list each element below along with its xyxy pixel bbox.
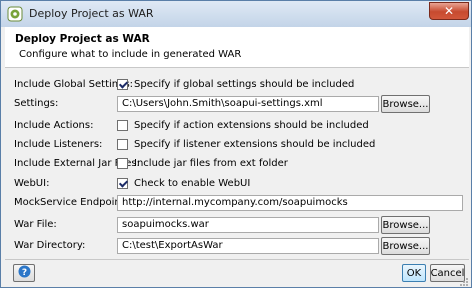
include-global-settings-label: Include Global Settings:	[14, 79, 134, 90]
war-file-label: War File:	[14, 219, 57, 230]
include-global-settings-checkbox[interactable]	[117, 79, 128, 90]
soapui-app-icon	[7, 6, 23, 22]
mockservice-endpoint-label: MockService Endpoint:	[14, 197, 129, 208]
ok-button[interactable]: OK	[402, 264, 426, 282]
war-file-input[interactable]: soapuimocks.war	[117, 217, 379, 233]
include-external-jar-files-checkbox[interactable]	[117, 158, 128, 169]
header-title: Deploy Project as WAR	[15, 33, 150, 45]
include-global-settings-text[interactable]: Specify if global settings should be inc…	[134, 79, 354, 90]
window-title: Deploy Project as WAR	[29, 7, 154, 20]
title-bar[interactable]: Deploy Project as WAR ✕	[1, 1, 471, 27]
settings-label: Settings:	[14, 98, 59, 109]
settings-browse-button[interactable]: Browse...	[381, 95, 430, 113]
close-icon: ✕	[443, 4, 455, 18]
include-listeners-checkbox[interactable]	[117, 139, 128, 150]
include-external-jar-files-text[interactable]: Include jar files from ext folder	[134, 158, 288, 169]
webui-text[interactable]: Check to enable WebUI	[134, 178, 250, 189]
header-panel: Deploy Project as WAR Configure what to …	[5, 27, 469, 68]
webui-label: WebUI:	[14, 178, 50, 189]
war-directory-label: War Directory:	[14, 240, 86, 251]
resize-grip-icon[interactable]	[459, 277, 469, 287]
svg-text:?: ?	[21, 268, 26, 278]
include-listeners-text[interactable]: Specify if listener extensions should be…	[134, 139, 375, 150]
include-actions-label: Include Actions:	[14, 120, 94, 131]
close-button[interactable]: ✕	[429, 2, 469, 20]
settings-input[interactable]: C:\Users\John.Smith\soapui-settings.xml	[117, 96, 379, 112]
form-content: Include Global Settings: Specify if glob…	[5, 68, 469, 258]
help-button[interactable]: ?	[13, 264, 35, 282]
include-actions-checkbox[interactable]	[117, 120, 128, 131]
war-file-browse-button[interactable]: Browse...	[381, 216, 430, 234]
webui-checkbox[interactable]	[117, 178, 128, 189]
header-subtitle: Configure what to include in generated W…	[19, 49, 242, 60]
help-icon: ?	[18, 265, 31, 281]
deploy-war-dialog: Deploy Project as WAR ✕ Deploy Project a…	[0, 0, 472, 288]
include-listeners-label: Include Listeners:	[14, 139, 103, 150]
button-bar: ? OK Cancel	[5, 259, 469, 286]
include-actions-text[interactable]: Specify if action extensions should be i…	[134, 120, 369, 131]
war-directory-browse-button[interactable]: Browse...	[381, 237, 430, 255]
war-directory-input[interactable]: C:\test\ExportAsWar	[117, 238, 379, 254]
mockservice-endpoint-input[interactable]: http://internal.mycompany.com/soapuimock…	[117, 195, 463, 211]
